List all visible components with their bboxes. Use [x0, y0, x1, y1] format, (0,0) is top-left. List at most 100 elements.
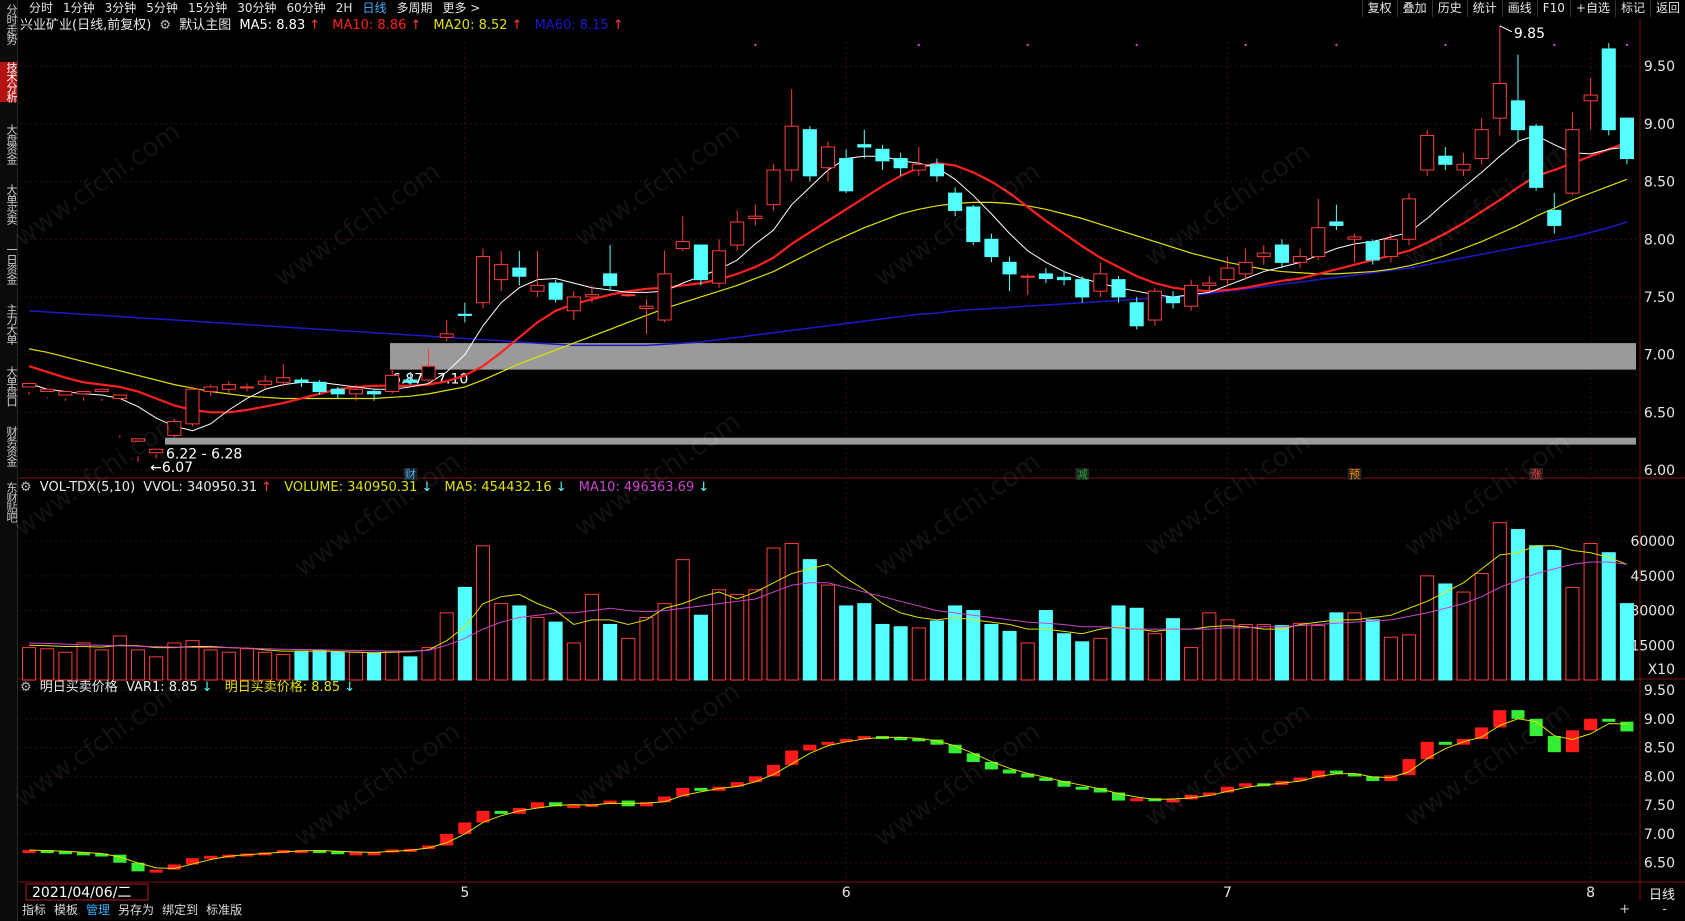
candle-body [1184, 284, 1199, 307]
candle-body [276, 377, 291, 383]
volume-bar [1184, 647, 1199, 681]
volume-bar [1147, 633, 1162, 681]
volume-bar [966, 610, 981, 681]
volume-bar [1619, 603, 1634, 681]
volume-bar [385, 650, 400, 681]
bottom-tabs: 指标 模板 管理 另存为 绑定到 标准版 [18, 902, 246, 918]
month-label: 7 [1223, 885, 1232, 901]
volume-bar [1365, 619, 1380, 681]
resistance-zone [390, 343, 1636, 370]
indicator-axis-label: 6.50 [1644, 856, 1675, 872]
zoom-controls[interactable]: + - [1619, 902, 1681, 917]
ma5-label: MA5: 8.83 ↑ [239, 18, 324, 33]
candle-body [929, 163, 944, 177]
bottom-tab-1[interactable]: 模板 [50, 902, 82, 918]
stock-title[interactable]: 兴业矿业(日线,前复权) [20, 18, 151, 33]
volume-bar [1129, 607, 1144, 681]
indicator-bar [1511, 710, 1525, 719]
event-dot [1335, 43, 1338, 47]
volume-bar [1293, 622, 1308, 681]
high-pointer [1499, 25, 1513, 33]
vol-ma5-label: MA5: 454432.16 ↓ [445, 480, 571, 495]
bottom-tab-3[interactable]: 另存为 [114, 902, 158, 918]
cursor-date: 2021/04/06/二 [32, 885, 131, 901]
candle-body [22, 382, 37, 388]
candle-body [875, 148, 890, 162]
volume-bar [1002, 630, 1017, 681]
vol-ma10-arrow: ↓ [698, 480, 710, 495]
event-dot [917, 43, 920, 47]
candle-body [403, 379, 418, 383]
volume-bar [1256, 623, 1271, 681]
candle-body [112, 394, 127, 399]
ind-gear-icon[interactable]: ⚙ [20, 680, 32, 695]
candle-body [185, 388, 200, 425]
vol-gear-icon[interactable]: ⚙ [20, 480, 32, 495]
price-axis-label: 7.50 [1644, 290, 1675, 306]
candle-body [1420, 134, 1435, 171]
volume-bar [1438, 583, 1453, 681]
volume-bar [149, 656, 164, 681]
volume-bar [1383, 636, 1398, 681]
ma5-arrow: ↑ [309, 18, 321, 33]
event-dot [1444, 43, 1447, 47]
volume-bar [58, 651, 73, 681]
month-label: 6 [842, 885, 851, 901]
candle-body [584, 294, 599, 298]
bottom-tab-5[interactable]: 标准版 [202, 902, 246, 918]
event-marker: 预 [1349, 468, 1360, 481]
indicator-axis-label: 9.00 [1644, 712, 1675, 728]
indicator-bar [1438, 741, 1452, 745]
period-label[interactable]: 日线 [1649, 884, 1675, 903]
volume-bar [693, 614, 708, 681]
bottom-tab-0[interactable]: 指标 [18, 902, 50, 918]
volume-bar [1474, 573, 1489, 681]
candle-body [1129, 302, 1144, 327]
template-gear-icon[interactable]: ⚙ [159, 18, 171, 33]
volume-bar [1075, 641, 1090, 681]
candle-body [1038, 273, 1053, 279]
volume-bar [1057, 633, 1072, 681]
bottom-tab-4[interactable]: 绑定到 [158, 902, 202, 918]
candle-body [1165, 296, 1181, 304]
volume-unit-label: X10 [1648, 662, 1675, 678]
volume-bar [584, 593, 599, 681]
event-dot [1553, 43, 1556, 47]
candle-body [621, 294, 636, 297]
candle-body [348, 388, 363, 395]
candle-body [730, 221, 745, 246]
candle-body [693, 244, 708, 281]
vvol-label: VVOL: 340950.31 ↑ [143, 480, 276, 495]
indicator-bar [494, 810, 508, 814]
volume-bar [221, 651, 236, 681]
candle-body [1347, 236, 1362, 240]
ma10-value: MA10: 8.86 [332, 18, 407, 33]
volume-bar [548, 621, 563, 681]
volume-bar [403, 656, 418, 681]
candle-body [1619, 117, 1634, 160]
ind-name[interactable]: 明日买卖价格 [40, 680, 118, 695]
candle-body [94, 388, 109, 393]
volume-bar [530, 617, 545, 681]
candle-body [1401, 198, 1417, 240]
indicator-bar [785, 750, 799, 765]
candle-body [1020, 275, 1035, 278]
indicator-line [29, 718, 1627, 869]
candle-body [1202, 282, 1217, 286]
candle-body [984, 238, 999, 258]
volume-bar [984, 623, 999, 681]
indicator-bar [803, 744, 817, 751]
volume-bar [130, 649, 146, 681]
volume-bar [312, 649, 327, 681]
volume-bar [76, 642, 91, 681]
candle-body [58, 391, 73, 396]
chart-canvas[interactable]: 9.50 9.00 8.50 8.00 7.50 7.00 6.50 6.00 60000 450… [0, 0, 1685, 921]
template-name[interactable]: 默认主图 [179, 18, 231, 33]
ma10-line [28, 141, 1628, 414]
candle-body [1293, 256, 1308, 263]
indicator-axis-label: 7.50 [1644, 798, 1675, 814]
bottom-tab-2[interactable]: 管理 [82, 902, 114, 918]
volume-bar [1202, 612, 1217, 681]
indicator-bar [1602, 718, 1616, 722]
volume-bar [421, 647, 436, 681]
